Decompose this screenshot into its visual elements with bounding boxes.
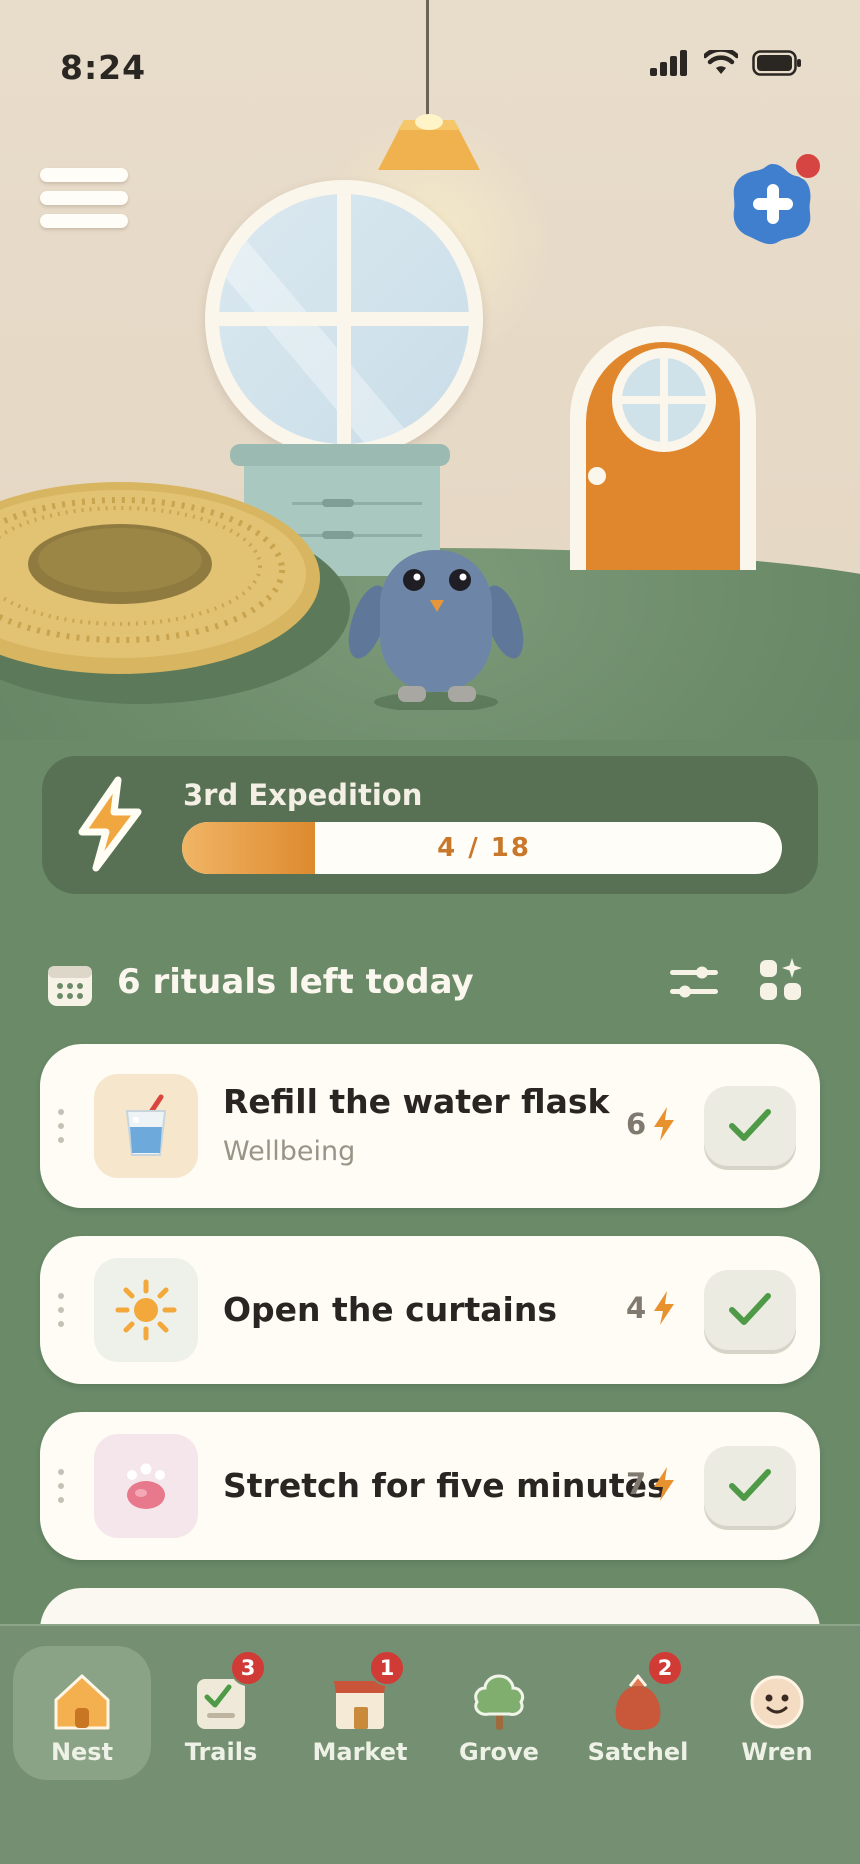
ritual-points: 7	[626, 1466, 676, 1502]
bottom-tab-bar: Nest 3 Trails 1 Market Grove 2 Satchel W…	[0, 1624, 860, 1864]
notification-badge: 2	[647, 1650, 683, 1686]
ritual-points: 4	[626, 1290, 676, 1326]
ritual-card[interactable]: Open the curtains 4	[40, 1236, 820, 1384]
ritual-category: Wellbeing	[223, 1136, 356, 1167]
sun-icon	[115, 1279, 177, 1341]
tab-label: Grove	[459, 1738, 539, 1766]
rituals-left-heading: 6 rituals left today	[117, 962, 474, 1002]
wifi-icon	[704, 50, 738, 74]
checkmark-icon	[729, 1109, 771, 1141]
filter-sliders-icon[interactable]	[668, 958, 720, 1006]
tab-wren[interactable]: Wren	[708, 1646, 846, 1780]
complete-check-button[interactable]	[704, 1270, 796, 1350]
notification-badge: 1	[369, 1650, 405, 1686]
hamburger-menu-icon[interactable]	[40, 168, 128, 228]
complete-check-button[interactable]	[704, 1446, 796, 1526]
points-value: 7	[626, 1467, 647, 1501]
tab-grove[interactable]: Grove	[430, 1646, 568, 1780]
tab-trails[interactable]: 3 Trails	[152, 1646, 290, 1780]
tab-label: Wren	[741, 1738, 813, 1766]
orange-door	[570, 326, 756, 570]
complete-check-button[interactable]	[704, 1086, 796, 1166]
tab-label: Nest	[50, 1738, 114, 1766]
drag-handle-icon[interactable]	[58, 1469, 66, 1503]
notification-dot	[794, 152, 822, 180]
water-glass-icon	[125, 1094, 167, 1156]
notification-badge: 3	[230, 1650, 266, 1686]
points-value: 4	[626, 1291, 647, 1325]
lamp-cord	[426, 0, 429, 118]
ritual-icon-tile	[94, 1434, 198, 1538]
status-icons	[650, 50, 802, 76]
lightning-icon	[78, 776, 142, 872]
drag-handle-icon[interactable]	[58, 1109, 66, 1143]
tab-market[interactable]: 1 Market	[291, 1646, 429, 1780]
ritual-title: Stretch for five minutes	[223, 1466, 667, 1505]
drag-handle-icon[interactable]	[58, 1293, 66, 1327]
tree-icon	[474, 1674, 525, 1730]
round-window	[205, 180, 483, 458]
widgets-grid-icon[interactable]	[758, 956, 806, 1004]
status-time: 8:24	[60, 48, 147, 87]
bird-character	[348, 550, 524, 710]
expedition-progress-bar: 4 / 18	[182, 822, 782, 874]
ritual-title: Refill the water flask	[223, 1082, 610, 1121]
tab-satchel[interactable]: 2 Satchel	[569, 1646, 707, 1780]
checkmark-icon	[729, 1293, 771, 1325]
progress-text: 4 / 18	[437, 833, 531, 863]
paw-icon	[127, 1463, 165, 1509]
checkmark-icon	[729, 1469, 771, 1501]
ritual-points: 6	[626, 1106, 676, 1142]
expedition-title: 3rd Expedition	[183, 778, 423, 812]
ritual-title: Open the curtains	[223, 1290, 557, 1329]
ceiling-lamp-icon	[378, 114, 480, 170]
tab-label: Satchel	[587, 1738, 689, 1766]
points-value: 6	[626, 1107, 647, 1141]
ritual-icon-tile	[94, 1074, 198, 1178]
ritual-icon-tile	[94, 1258, 198, 1362]
face-icon	[750, 1675, 804, 1729]
lightning-icon	[654, 1291, 675, 1325]
straw-nest	[0, 482, 350, 704]
house-icon	[54, 1674, 110, 1730]
tab-nest[interactable]: Nest	[13, 1646, 151, 1780]
nest-scene: 8:24	[0, 0, 860, 740]
calendar-icon	[48, 966, 92, 1006]
tab-label: Trails	[184, 1738, 258, 1766]
lightning-icon	[654, 1107, 675, 1141]
signal-icon	[650, 50, 687, 76]
battery-icon	[752, 50, 801, 76]
tab-label: Market	[312, 1738, 408, 1766]
lightning-icon	[654, 1467, 675, 1501]
ritual-card[interactable]: Refill the water flask Wellbeing 6	[40, 1044, 820, 1208]
ritual-card[interactable]: Stretch for five minutes 7	[40, 1412, 820, 1560]
